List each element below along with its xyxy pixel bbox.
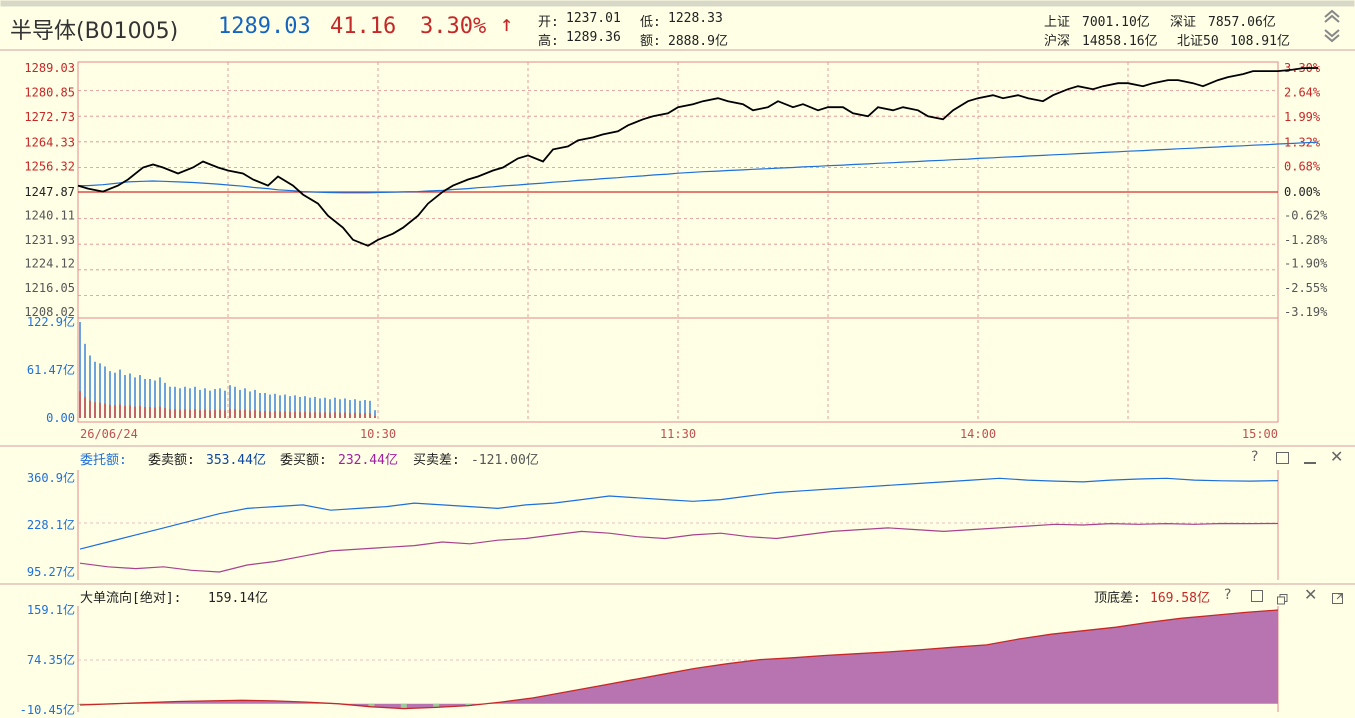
peak-diff-value: 169.58亿	[1150, 591, 1210, 606]
sell-order-label: 委卖额:	[148, 453, 195, 468]
maximize-icon[interactable]	[1276, 452, 1289, 464]
percent-axis-label: -0.62%	[1284, 208, 1328, 222]
percent-axis-label: -2.55%	[1284, 281, 1328, 295]
bigorder-value: 159.14亿	[208, 591, 268, 606]
sell-order-line	[79, 477, 1279, 550]
percent-axis-label: 0.68%	[1284, 160, 1321, 174]
percent-axis-label: -3.19%	[1284, 305, 1328, 319]
order-diff-label: 买卖差:	[413, 453, 460, 468]
percent-axis-label: 2.64%	[1284, 86, 1321, 100]
help-icon-2[interactable]: ?	[1224, 587, 1231, 603]
buy-order-label: 委买额:	[280, 453, 327, 468]
buy-order-line	[79, 522, 1279, 573]
price-axis-label: 1264.33	[24, 135, 75, 149]
price-axis-label: 1272.73	[24, 110, 75, 124]
bigorder-axis-label: -10.45亿	[20, 702, 75, 717]
maximize-icon-2[interactable]	[1251, 590, 1263, 602]
bigorder-panel-title: 大单流向[绝对]:	[80, 591, 182, 606]
volume-axis-label: 61.47亿	[27, 362, 75, 377]
restore-icon[interactable]	[1277, 590, 1288, 605]
close-icon[interactable]: ✕	[1330, 447, 1343, 466]
price-axis-label: 1289.03	[24, 61, 75, 75]
time-axis-label: 26/06/24	[80, 427, 138, 441]
bigorder-axis-label: 74.35亿	[27, 652, 75, 667]
order-panel-title: 委托额:	[80, 453, 127, 468]
price-axis-label: 1231.93	[24, 233, 75, 247]
bigorder-axis-label: 159.1亿	[27, 602, 75, 617]
time-axis-label: 15:00	[1242, 427, 1278, 441]
time-axis-label: 10:30	[360, 427, 396, 441]
percent-axis-label: 1.99%	[1284, 110, 1321, 124]
intraday-chart: 1289.03 1280.85 1272.73 1264.33 1256.32 1247.…	[0, 0, 1355, 717]
percent-axis-label: 0.00%	[1284, 185, 1321, 199]
minimize-icon[interactable]	[1304, 462, 1316, 464]
percent-axis-label: -1.28%	[1284, 233, 1328, 247]
bigorder-area	[80, 610, 1278, 709]
order-axis-label: 360.9亿	[27, 470, 75, 485]
price-axis-label: 1240.11	[24, 208, 75, 222]
order-diff-value: -121.00亿	[471, 453, 539, 468]
percent-axis-label: -1.90%	[1284, 257, 1328, 271]
sell-order-value: 353.44亿	[206, 453, 266, 468]
price-axis-label: 1224.12	[24, 257, 75, 271]
popout-icon[interactable]	[1332, 590, 1343, 604]
peak-diff-label: 顶底差:	[1094, 591, 1141, 606]
time-axis-label: 11:30	[660, 427, 696, 441]
buy-order-value: 232.44亿	[338, 453, 398, 468]
top-tabs-strip	[0, 0, 1355, 7]
price-axis-label: 1256.32	[24, 160, 75, 174]
volume-axis-label: 0.00	[46, 411, 75, 425]
close-icon-2[interactable]: ✕	[1304, 585, 1317, 604]
price-axis-label: 1280.85	[24, 86, 75, 100]
price-line	[77, 67, 1319, 247]
price-axis-label: 1247.87	[24, 185, 75, 199]
help-icon[interactable]: ?	[1251, 449, 1258, 465]
order-axis-label: 95.27亿	[27, 564, 75, 579]
order-axis-label: 228.1亿	[27, 517, 75, 532]
volume-axis-label: 122.9亿	[27, 314, 75, 329]
price-axis-label: 1216.05	[24, 281, 75, 295]
time-axis-label: 14:00	[960, 427, 996, 441]
